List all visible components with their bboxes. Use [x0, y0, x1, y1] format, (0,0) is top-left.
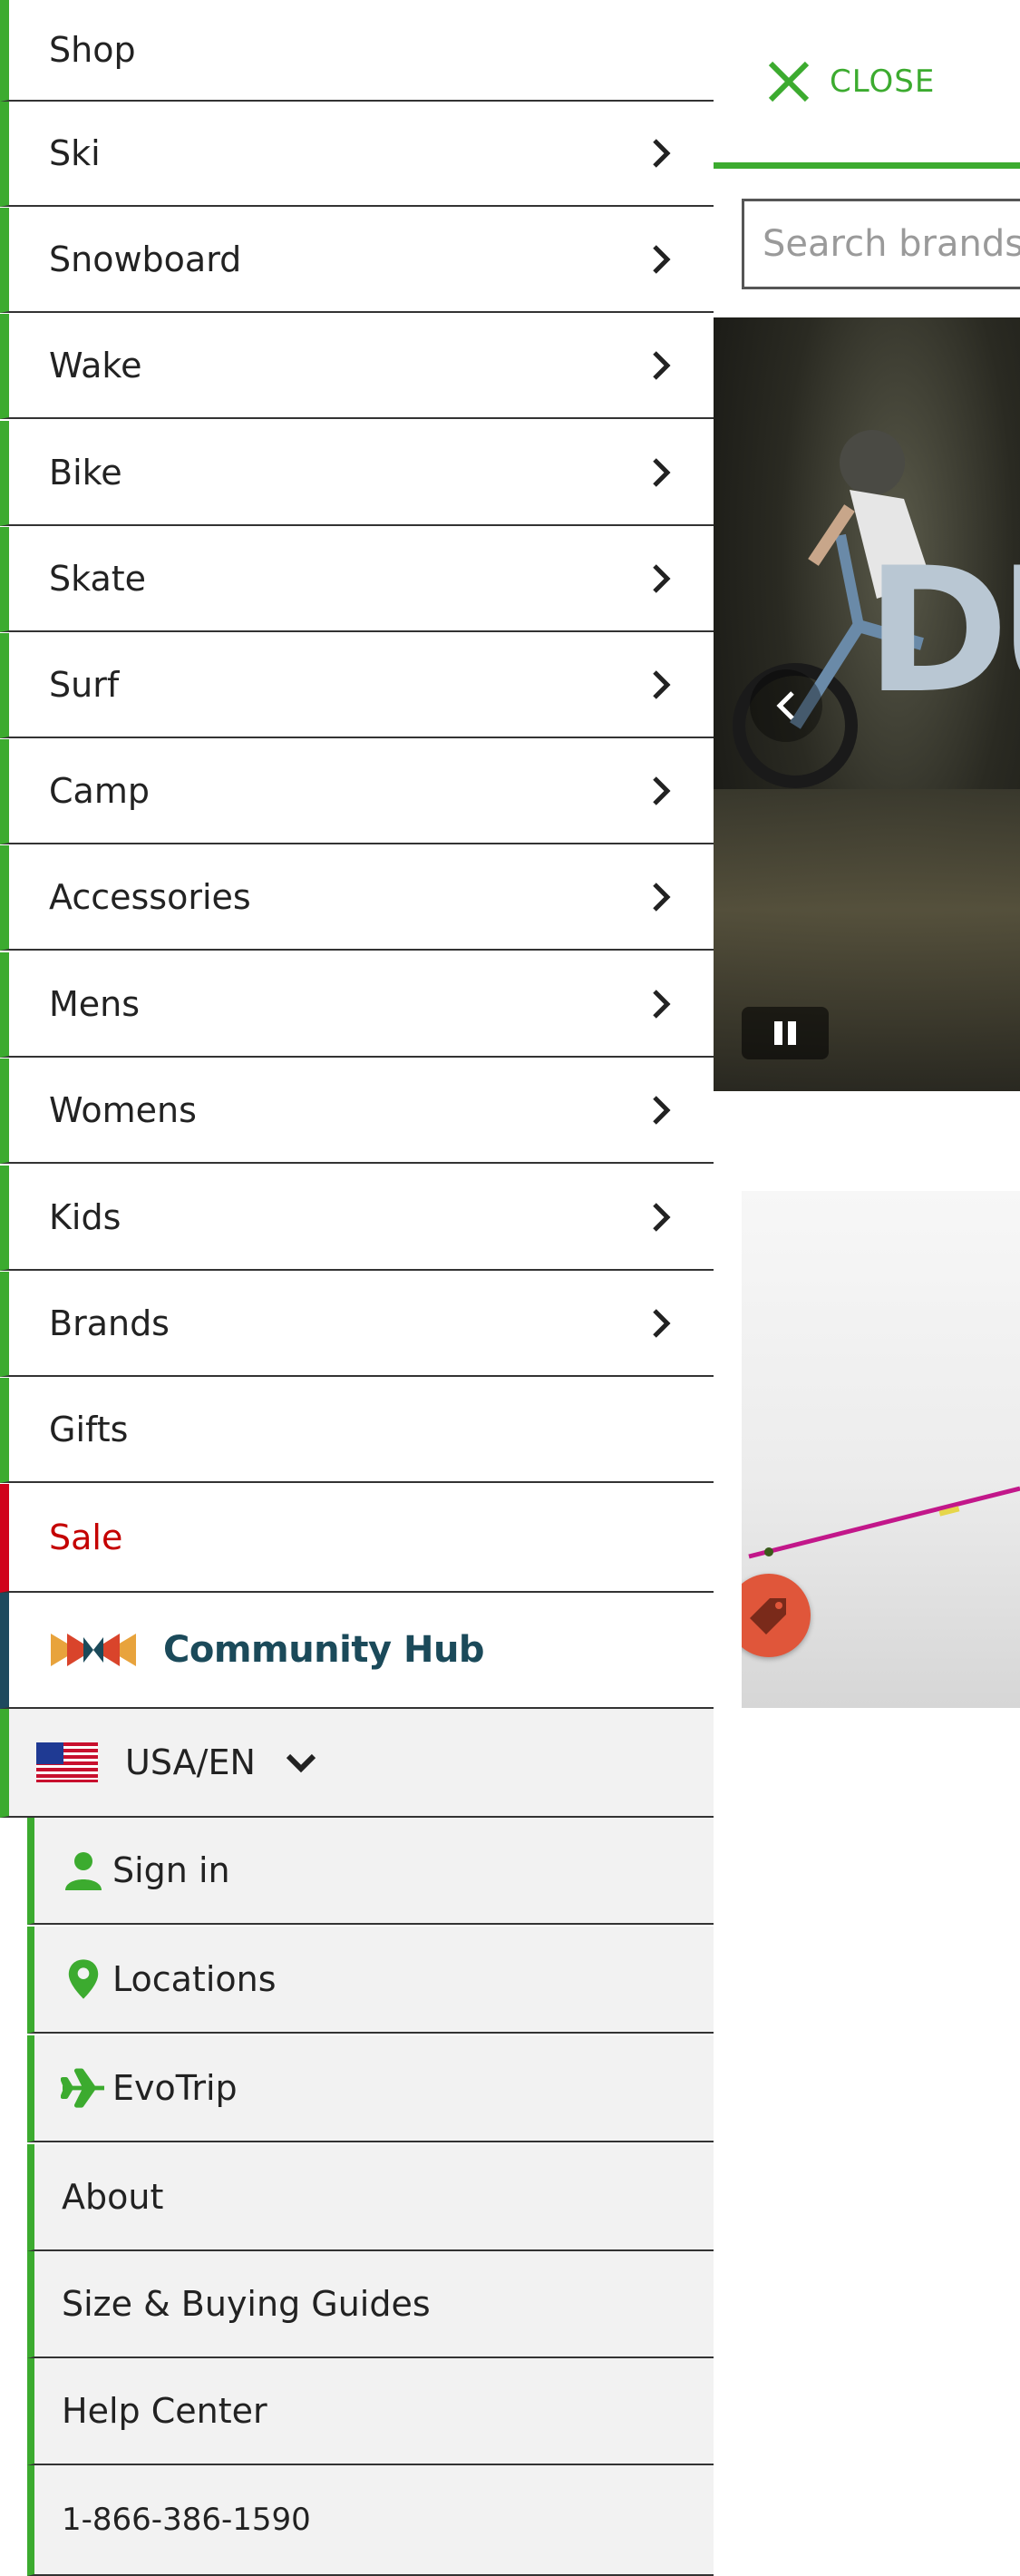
- menu-item-brands[interactable]: Brands: [0, 1272, 714, 1377]
- chevron-right-icon: [634, 232, 688, 287]
- hero-headline: DU: [866, 531, 1020, 731]
- close-icon: [768, 61, 810, 102]
- phone-number: 1-866-386-1590: [62, 2502, 311, 2538]
- about-label: About: [62, 2177, 164, 2217]
- chevron-right-icon: [634, 1083, 688, 1137]
- user-icon: [60, 1849, 107, 1892]
- menu-item-label: Gifts: [49, 1410, 129, 1449]
- carousel-prev-button[interactable]: [750, 669, 822, 742]
- locations-label: Locations: [112, 1959, 277, 1999]
- close-menu-button[interactable]: CLOSE: [714, 0, 1020, 169]
- menu-item-camp[interactable]: Camp: [0, 739, 714, 844]
- size-buying-guides-link[interactable]: Size & Buying Guides: [27, 2251, 714, 2358]
- pause-icon: [774, 1021, 796, 1045]
- chevron-right-icon: [634, 658, 688, 712]
- menu-item-label: Womens: [49, 1090, 197, 1130]
- airplane-icon: [60, 2066, 107, 2110]
- menu-item-label: Mens: [49, 984, 141, 1024]
- chevron-right-icon: [634, 1190, 688, 1244]
- menu-item-label: Brands: [49, 1303, 170, 1343]
- navigation-drawer: Shop Ski Snowboard Wake Bike Skate Surf …: [0, 0, 714, 2576]
- menu-item-wake[interactable]: Wake: [0, 314, 714, 419]
- menu-item-label: Surf: [49, 665, 120, 705]
- chevron-right-icon: [634, 126, 688, 181]
- menu-item-label: Kids: [49, 1197, 121, 1237]
- help-center-link[interactable]: Help Center: [27, 2358, 714, 2465]
- menu-item-label: Skate: [49, 559, 147, 599]
- menu-item-label: Shop: [49, 30, 136, 70]
- menu-item-shop[interactable]: Shop: [0, 0, 714, 102]
- menu-item-bike[interactable]: Bike: [0, 421, 714, 526]
- menu-item-mens[interactable]: Mens: [0, 952, 714, 1058]
- evotrip-link[interactable]: EvoTrip: [27, 2035, 714, 2142]
- community-hub-link[interactable]: Community Hub: [0, 1593, 714, 1709]
- menu-item-surf[interactable]: Surf: [0, 633, 714, 738]
- chevron-right-icon: [634, 551, 688, 606]
- chevron-down-icon: [286, 1753, 316, 1773]
- size-buying-guides-label: Size & Buying Guides: [62, 2284, 431, 2324]
- sign-in-link[interactable]: Sign in: [27, 1818, 714, 1925]
- menu-item-ski[interactable]: Ski: [0, 102, 714, 207]
- menu-item-womens[interactable]: Womens: [0, 1059, 714, 1164]
- menu-item-sale[interactable]: Sale: [0, 1484, 714, 1593]
- locations-link[interactable]: Locations: [27, 1927, 714, 2034]
- phone-link[interactable]: 1-866-386-1590: [27, 2465, 714, 2576]
- chevron-right-icon: [634, 1296, 688, 1351]
- menu-item-accessories[interactable]: Accessories: [0, 845, 714, 951]
- menu-item-label: Bike: [49, 453, 122, 493]
- help-center-label: Help Center: [62, 2391, 267, 2431]
- price-tag-icon: [750, 1598, 786, 1634]
- carousel-pause-button[interactable]: [742, 1007, 829, 1059]
- map-pin-icon: [60, 1957, 107, 2001]
- menu-item-snowboard[interactable]: Snowboard: [0, 208, 714, 313]
- us-flag-icon: [36, 1742, 98, 1782]
- menu-item-label: Accessories: [49, 877, 251, 917]
- chevron-right-icon: [634, 764, 688, 818]
- sign-in-label: Sign in: [112, 1850, 230, 1890]
- community-hub-label: Community Hub: [163, 1629, 485, 1671]
- about-link[interactable]: About: [27, 2144, 714, 2251]
- menu-item-label: Wake: [49, 346, 142, 385]
- hero-carousel[interactable]: DU: [714, 317, 1020, 1091]
- menu-item-label: Ski: [49, 133, 101, 173]
- community-hub-logo-icon: [51, 1634, 136, 1666]
- search-input[interactable]: [742, 199, 1020, 289]
- menu-item-label: Snowboard: [49, 239, 242, 279]
- chevron-right-icon: [634, 870, 688, 924]
- menu-item-gifts[interactable]: Gifts: [0, 1378, 714, 1483]
- evotrip-label: EvoTrip: [112, 2068, 238, 2108]
- locale-label: USA/EN: [125, 1742, 256, 1782]
- menu-item-label: Sale: [49, 1517, 123, 1557]
- chevron-right-icon: [634, 977, 688, 1031]
- chevron-left-icon: [776, 691, 794, 720]
- chevron-right-icon: [634, 445, 688, 500]
- product-card[interactable]: [742, 1191, 1020, 1708]
- menu-item-label: Camp: [49, 771, 150, 811]
- locale-selector[interactable]: USA/EN: [0, 1709, 714, 1818]
- menu-item-skate[interactable]: Skate: [0, 527, 714, 632]
- menu-item-kids[interactable]: Kids: [0, 1166, 714, 1271]
- close-label: CLOSE: [830, 63, 936, 100]
- chevron-right-icon: [634, 338, 688, 393]
